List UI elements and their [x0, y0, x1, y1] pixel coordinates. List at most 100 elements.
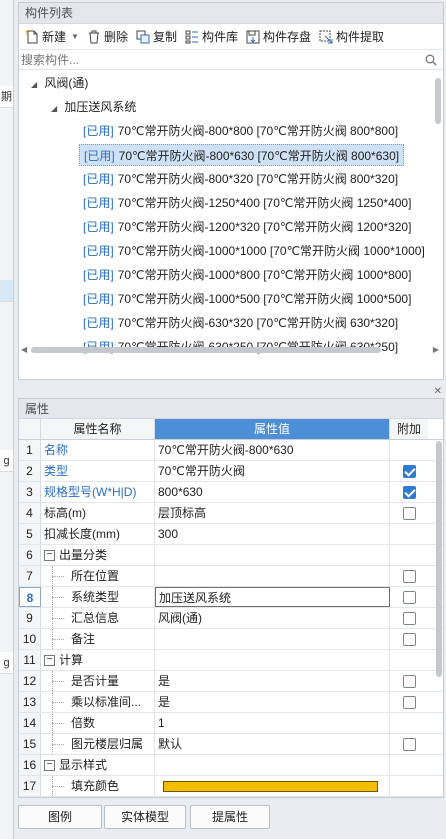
- row-number[interactable]: 3: [19, 482, 41, 502]
- row-number[interactable]: 16: [19, 755, 41, 775]
- extract-properties-button[interactable]: 提属性: [190, 805, 270, 829]
- row-number[interactable]: 15: [19, 734, 41, 754]
- property-row[interactable]: 11− 计算: [19, 650, 443, 671]
- row-number[interactable]: 8: [19, 587, 41, 607]
- row-number[interactable]: 1: [19, 440, 41, 460]
- property-value[interactable]: 800*630: [155, 482, 390, 502]
- scroll-right-icon[interactable]: ▶: [433, 345, 439, 355]
- tree-leaf-item[interactable]: [已用] 70℃常开防火阀-1250*400 [70℃常开防火阀 1250*400…: [79, 192, 415, 214]
- tree-leaf-item[interactable]: [已用] 70℃常开防火阀-630*320 [70℃常开防火阀 630*320]: [79, 312, 402, 334]
- close-icon[interactable]: ✕: [434, 386, 442, 397]
- additional-checkbox[interactable]: [402, 569, 416, 583]
- panel-splitter[interactable]: [18, 382, 444, 396]
- property-value[interactable]: 70℃常开防火阀-800*630: [155, 440, 390, 460]
- property-row[interactable]: 5 扣减长度(mm) 300: [19, 524, 443, 545]
- property-row[interactable]: 3 规格型号(W*H|D) 800*630: [19, 482, 443, 503]
- tree-leaf-item[interactable]: [已用] 70℃常开防火阀-800*630 [70℃常开防火阀 800*630]: [79, 144, 405, 166]
- property-vertical-scrollbar[interactable]: [436, 441, 442, 677]
- fill-color-swatch[interactable]: [163, 781, 378, 793]
- tree-leaf-item[interactable]: [已用] 70℃常开防火阀-800*800 [70℃常开防火阀 800*800]: [79, 120, 402, 142]
- property-row[interactable]: 8 系统类型 加压送风系统: [19, 587, 443, 608]
- search-input[interactable]: [21, 52, 423, 67]
- property-row[interactable]: 4 标高(m) 层顶标高: [19, 503, 443, 524]
- new-button[interactable]: 新建 ▼: [21, 26, 83, 48]
- search-icon[interactable]: [423, 54, 439, 66]
- delete-button[interactable]: 删除: [83, 26, 132, 48]
- tree-leaf-item[interactable]: [已用] 70℃常开防火阀-1000*1000 [70℃常开防火阀 1000*10…: [79, 240, 429, 262]
- horizontal-scroll-thumb[interactable]: [31, 347, 381, 353]
- additional-checkbox[interactable]: [402, 737, 416, 751]
- property-row[interactable]: 16− 显示样式: [19, 755, 443, 776]
- additional-checkbox[interactable]: [402, 674, 416, 688]
- property-value[interactable]: [155, 755, 390, 775]
- additional-checkbox[interactable]: [402, 590, 416, 604]
- property-value[interactable]: 300: [155, 524, 390, 544]
- property-value[interactable]: [155, 629, 390, 649]
- additional-checkbox[interactable]: [402, 611, 416, 625]
- property-row[interactable]: 12 是否计量 是: [19, 671, 443, 692]
- save-component-button[interactable]: 构件存盘: [242, 26, 315, 48]
- additional-checkbox[interactable]: [402, 464, 416, 478]
- additional-checkbox[interactable]: [402, 506, 416, 520]
- tree-leaf-item[interactable]: [已用] 70℃常开防火阀-1200*320 [70℃常开防火阀 1200*320…: [79, 216, 415, 238]
- row-number[interactable]: 17: [19, 776, 41, 796]
- row-number[interactable]: 4: [19, 503, 41, 523]
- collapse-icon[interactable]: −: [44, 760, 55, 772]
- property-row[interactable]: 15 图元楼层归属 默认: [19, 734, 443, 755]
- library-button[interactable]: 构件库: [181, 26, 242, 48]
- scroll-left-icon[interactable]: ◀: [21, 345, 27, 355]
- tree-leaf-item[interactable]: [已用] 70℃常开防火阀-1000*500 [70℃常开防火阀 1000*500…: [79, 288, 415, 310]
- row-number[interactable]: 10: [19, 629, 41, 649]
- chevron-down-icon[interactable]: ▼: [71, 32, 79, 41]
- property-value[interactable]: [155, 566, 390, 586]
- extract-component-button[interactable]: 构件提取: [315, 26, 388, 48]
- property-row[interactable]: 14 倍数 1: [19, 713, 443, 734]
- tree-vertical-scrollbar[interactable]: [435, 78, 441, 124]
- row-number[interactable]: 13: [19, 692, 41, 712]
- property-value[interactable]: 是: [155, 692, 390, 712]
- tree-group[interactable]: ◢ 加压送风系统: [51, 96, 136, 118]
- row-number[interactable]: 14: [19, 713, 41, 733]
- property-value[interactable]: 加压送风系统: [155, 587, 390, 607]
- tree-root[interactable]: ◢ 风阀(通): [31, 72, 88, 94]
- left-tab-3[interactable]: g: [0, 652, 13, 674]
- row-number[interactable]: 2: [19, 461, 41, 481]
- legend-button[interactable]: 图例: [18, 805, 102, 829]
- property-row[interactable]: 10 备注: [19, 629, 443, 650]
- property-value[interactable]: 风阀(通): [155, 608, 390, 628]
- row-number[interactable]: 5: [19, 524, 41, 544]
- row-number[interactable]: 6: [19, 545, 41, 565]
- tree-leaf-item[interactable]: [已用] 70℃常开防火阀-1000*800 [70℃常开防火阀 1000*800…: [79, 264, 415, 286]
- additional-checkbox[interactable]: [402, 485, 416, 499]
- property-row[interactable]: 2 类型 70℃常开防火阀: [19, 461, 443, 482]
- property-value[interactable]: 70℃常开防火阀: [155, 461, 390, 481]
- property-value[interactable]: 默认: [155, 734, 390, 754]
- property-value[interactable]: 层顶标高: [155, 503, 390, 523]
- property-value[interactable]: [155, 776, 390, 796]
- copy-button[interactable]: 复制: [132, 26, 181, 48]
- row-number[interactable]: 11: [19, 650, 41, 670]
- left-tab-selected[interactable]: [0, 280, 13, 302]
- left-tab-2[interactable]: g: [0, 450, 13, 472]
- row-number[interactable]: 9: [19, 608, 41, 628]
- property-value[interactable]: [155, 545, 390, 565]
- solid-model-button[interactable]: 实体模型: [104, 805, 186, 829]
- caret-down-icon[interactable]: ◢: [31, 74, 41, 96]
- property-value[interactable]: [155, 650, 390, 670]
- row-number[interactable]: 7: [19, 566, 41, 586]
- tree-leaf-item[interactable]: [已用] 70℃常开防火阀-800*320 [70℃常开防火阀 800*320]: [79, 168, 402, 190]
- caret-down-icon[interactable]: ◢: [51, 98, 61, 120]
- tree-horizontal-scrollbar[interactable]: ◀ ▶: [19, 345, 443, 355]
- property-row[interactable]: 7 所在位置: [19, 566, 443, 587]
- property-row[interactable]: 9 汇总信息 风阀(通): [19, 608, 443, 629]
- collapse-icon[interactable]: −: [44, 550, 55, 562]
- property-row[interactable]: 1 名称 70℃常开防火阀-800*630: [19, 440, 443, 461]
- property-row[interactable]: 17 填充颜色: [19, 776, 443, 797]
- collapse-icon[interactable]: −: [44, 655, 55, 667]
- additional-checkbox[interactable]: [402, 632, 416, 646]
- row-number[interactable]: 12: [19, 671, 41, 691]
- property-row[interactable]: 13 乘以标准间... 是: [19, 692, 443, 713]
- additional-checkbox[interactable]: [402, 695, 416, 709]
- left-tab-1[interactable]: 期: [0, 86, 13, 108]
- property-value[interactable]: 1: [155, 713, 390, 733]
